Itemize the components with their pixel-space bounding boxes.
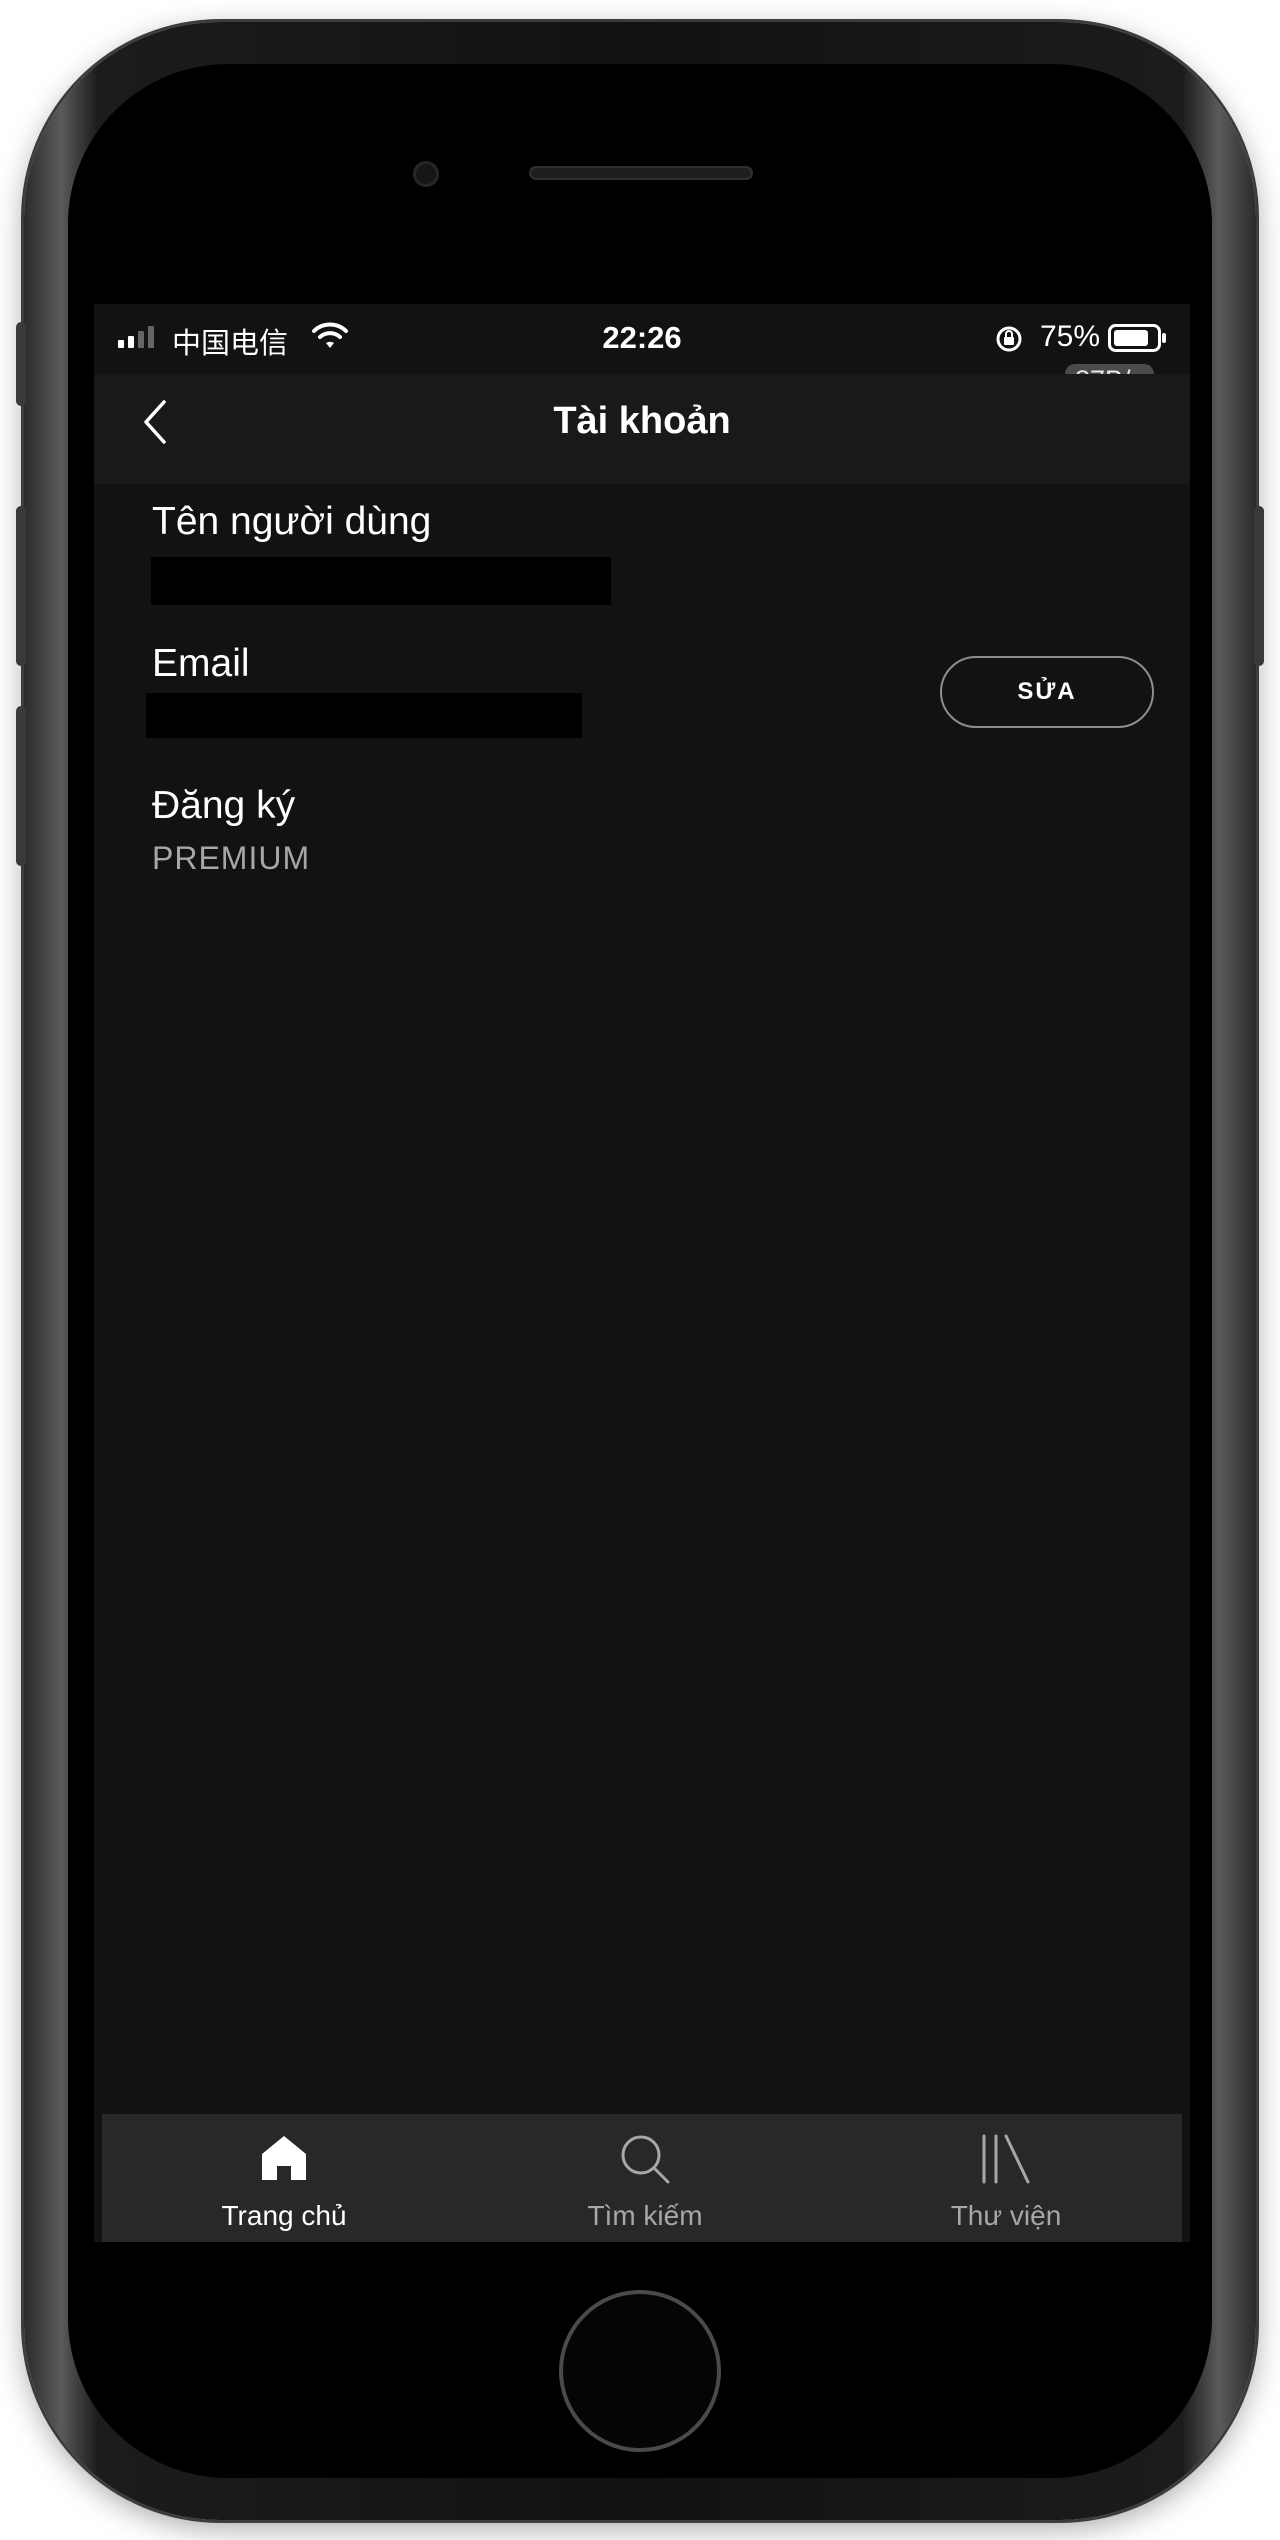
power-button xyxy=(1254,506,1264,666)
mute-switch xyxy=(16,322,26,406)
search-icon xyxy=(621,2135,670,2184)
page-title: Tài khoản xyxy=(553,400,731,442)
status-time: 22:26 xyxy=(602,320,682,355)
home-icon xyxy=(262,2136,306,2180)
status-bar: 中国电信 22:26 75% 87B/s xyxy=(94,304,1190,397)
navigation-bar: Tài khoản xyxy=(94,374,1190,484)
username-value-redacted xyxy=(151,557,611,605)
rotation-lock-icon xyxy=(996,326,1022,352)
volume-up-button xyxy=(16,506,26,666)
home-button[interactable] xyxy=(559,2290,721,2452)
email-label: Email xyxy=(152,642,250,685)
bottom-tab-bar: Trang chủ Tìm kiếm Thư viện xyxy=(102,2114,1182,2242)
library-icon xyxy=(982,2134,1030,2184)
email-value-redacted xyxy=(146,693,582,738)
volume-down-button xyxy=(16,706,26,866)
edit-button[interactable]: SỬA xyxy=(940,656,1154,728)
battery-icon xyxy=(1108,324,1166,352)
tab-search[interactable]: Tìm kiếm xyxy=(495,2114,795,2242)
tab-home-label: Trang chủ xyxy=(221,2200,347,2231)
battery-percent: 75% xyxy=(1040,320,1101,353)
subscription-label: Đăng ký xyxy=(152,784,296,827)
front-camera xyxy=(413,161,439,187)
app-screen: 中国电信 22:26 75% 87B/s Tài khoản Tên người… xyxy=(94,304,1190,2242)
tab-library[interactable]: Thư viện xyxy=(856,2114,1156,2242)
tab-search-label: Tìm kiếm xyxy=(587,2200,703,2231)
tab-home[interactable]: Trang chủ xyxy=(134,2114,434,2242)
earpiece-speaker xyxy=(529,166,753,180)
username-label: Tên người dùng xyxy=(152,500,432,543)
subscription-value: PREMIUM xyxy=(152,840,311,876)
tab-library-label: Thư viện xyxy=(950,2200,1062,2231)
